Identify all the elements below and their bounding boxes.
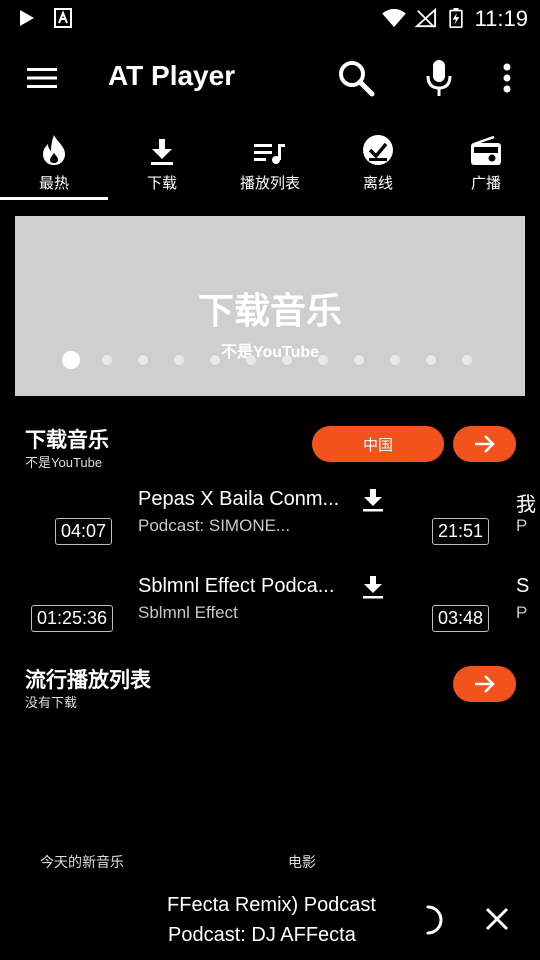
fire-icon	[43, 135, 65, 165]
overflow-menu-button[interactable]	[479, 50, 535, 106]
clock: 11:19	[474, 6, 528, 31]
carousel-dot-active[interactable]	[62, 351, 80, 369]
font-status-icon	[54, 8, 72, 28]
track-title: 我	[516, 494, 536, 516]
track-duration: 21:51	[432, 518, 490, 545]
more-download-button[interactable]	[453, 426, 516, 462]
tab-radio[interactable]: 广播	[432, 126, 540, 198]
hamburger-icon	[27, 68, 57, 88]
more-vert-icon	[503, 63, 511, 93]
close-player-button[interactable]	[484, 906, 512, 934]
offline-check-icon	[363, 135, 393, 165]
tab-download[interactable]: 下载	[108, 126, 216, 198]
new-music-today-label[interactable]: 今天的新音乐	[40, 852, 124, 872]
carousel-dot[interactable]	[102, 355, 112, 365]
track-download-button[interactable]	[362, 575, 386, 599]
track-subtitle: P	[516, 603, 528, 622]
search-icon	[339, 61, 375, 97]
radio-icon	[471, 136, 501, 165]
carousel-dot[interactable]	[246, 355, 256, 365]
arrow-right-icon	[474, 675, 495, 693]
arrow-right-icon	[474, 435, 495, 453]
loading-button[interactable]	[412, 904, 444, 936]
close-icon	[485, 907, 509, 931]
track-row[interactable]: 01:25:36 Sblmnl Effect Podca... Sblmnl E…	[0, 573, 540, 643]
app-title: AT Player	[108, 60, 236, 91]
carousel-dot[interactable]	[138, 355, 148, 365]
tab-playlists[interactable]: 播放列表	[216, 126, 324, 198]
mini-player[interactable]: AFFecta Remix) Podcast Podcast: DJ AFFec…	[0, 880, 540, 960]
carousel-dot[interactable]	[174, 355, 184, 365]
battery-charging-icon	[449, 8, 463, 28]
tab-label: 播放列表	[239, 175, 300, 192]
playlist-icon	[254, 144, 285, 164]
player-subtitle: Podcast: DJ AFFecta	[168, 924, 356, 946]
toolbar: AT Player	[0, 36, 540, 120]
banner-carousel[interactable]: 下载音乐 不是YouTube	[15, 216, 525, 396]
microphone-icon	[426, 60, 452, 96]
track-subtitle: Podcast: SIMONE...	[138, 516, 291, 535]
tab-offline[interactable]: 离线	[324, 126, 432, 198]
section-subtitle-download: 不是YouTube	[25, 455, 103, 470]
track-subtitle: P	[516, 516, 528, 535]
search-button[interactable]	[328, 50, 384, 106]
loading-spinner-icon	[426, 905, 443, 935]
movies-label[interactable]: 电影	[288, 852, 316, 872]
voice-search-button[interactable]	[411, 50, 467, 106]
track-title: Sblmnl Effect Podca...	[138, 575, 335, 597]
section-title-playlists: 流行播放列表	[25, 669, 151, 692]
carousel-dot[interactable]	[462, 355, 472, 365]
track-duration: 04:07	[55, 518, 113, 545]
carousel-dot[interactable]	[210, 355, 220, 365]
tab-label: 下载	[146, 175, 177, 192]
track-subtitle: Sblmnl Effect	[138, 603, 238, 622]
download-icon	[363, 489, 383, 512]
carousel-dot[interactable]	[354, 355, 364, 365]
wifi-icon	[382, 8, 406, 28]
banner-title: 下载音乐	[197, 290, 342, 331]
tab-label: 离线	[362, 175, 393, 192]
status-bar: 11:19	[0, 0, 540, 36]
download-icon	[151, 139, 173, 165]
more-playlists-button[interactable]	[453, 666, 516, 702]
carousel-dot[interactable]	[390, 355, 400, 365]
menu-button[interactable]	[14, 50, 70, 106]
tab-label: 最热	[38, 175, 69, 192]
track-title: Pepas X Baila Conm...	[138, 488, 340, 510]
section-title-download: 下载音乐	[25, 429, 109, 452]
track-duration: 01:25:36	[31, 605, 114, 632]
tab-indicator	[0, 197, 108, 200]
tab-label: 广播	[470, 175, 501, 192]
track-row[interactable]: 04:07 Pepas X Baila Conm... Podcast: SIM…	[0, 486, 540, 556]
carousel-dot[interactable]	[318, 355, 328, 365]
tab-hot[interactable]: 最热	[0, 126, 108, 198]
track-title: S	[516, 575, 530, 597]
track-duration: 03:48	[432, 605, 490, 632]
play-status-icon	[20, 10, 34, 26]
section-subtitle-playlists: 没有下载	[25, 695, 78, 710]
carousel-dot[interactable]	[282, 355, 292, 365]
carousel-dot[interactable]	[426, 355, 436, 365]
download-icon	[363, 576, 383, 599]
track-download-button[interactable]	[362, 488, 386, 512]
player-title: AFFecta Remix) Podcast	[168, 894, 376, 916]
tab-bar: 最热 下载 播放列表 离线 广播	[0, 126, 540, 202]
no-signal-icon	[414, 8, 436, 28]
banner-subtitle: 不是YouTube	[220, 344, 320, 361]
country-button[interactable]: 中国	[312, 426, 444, 462]
